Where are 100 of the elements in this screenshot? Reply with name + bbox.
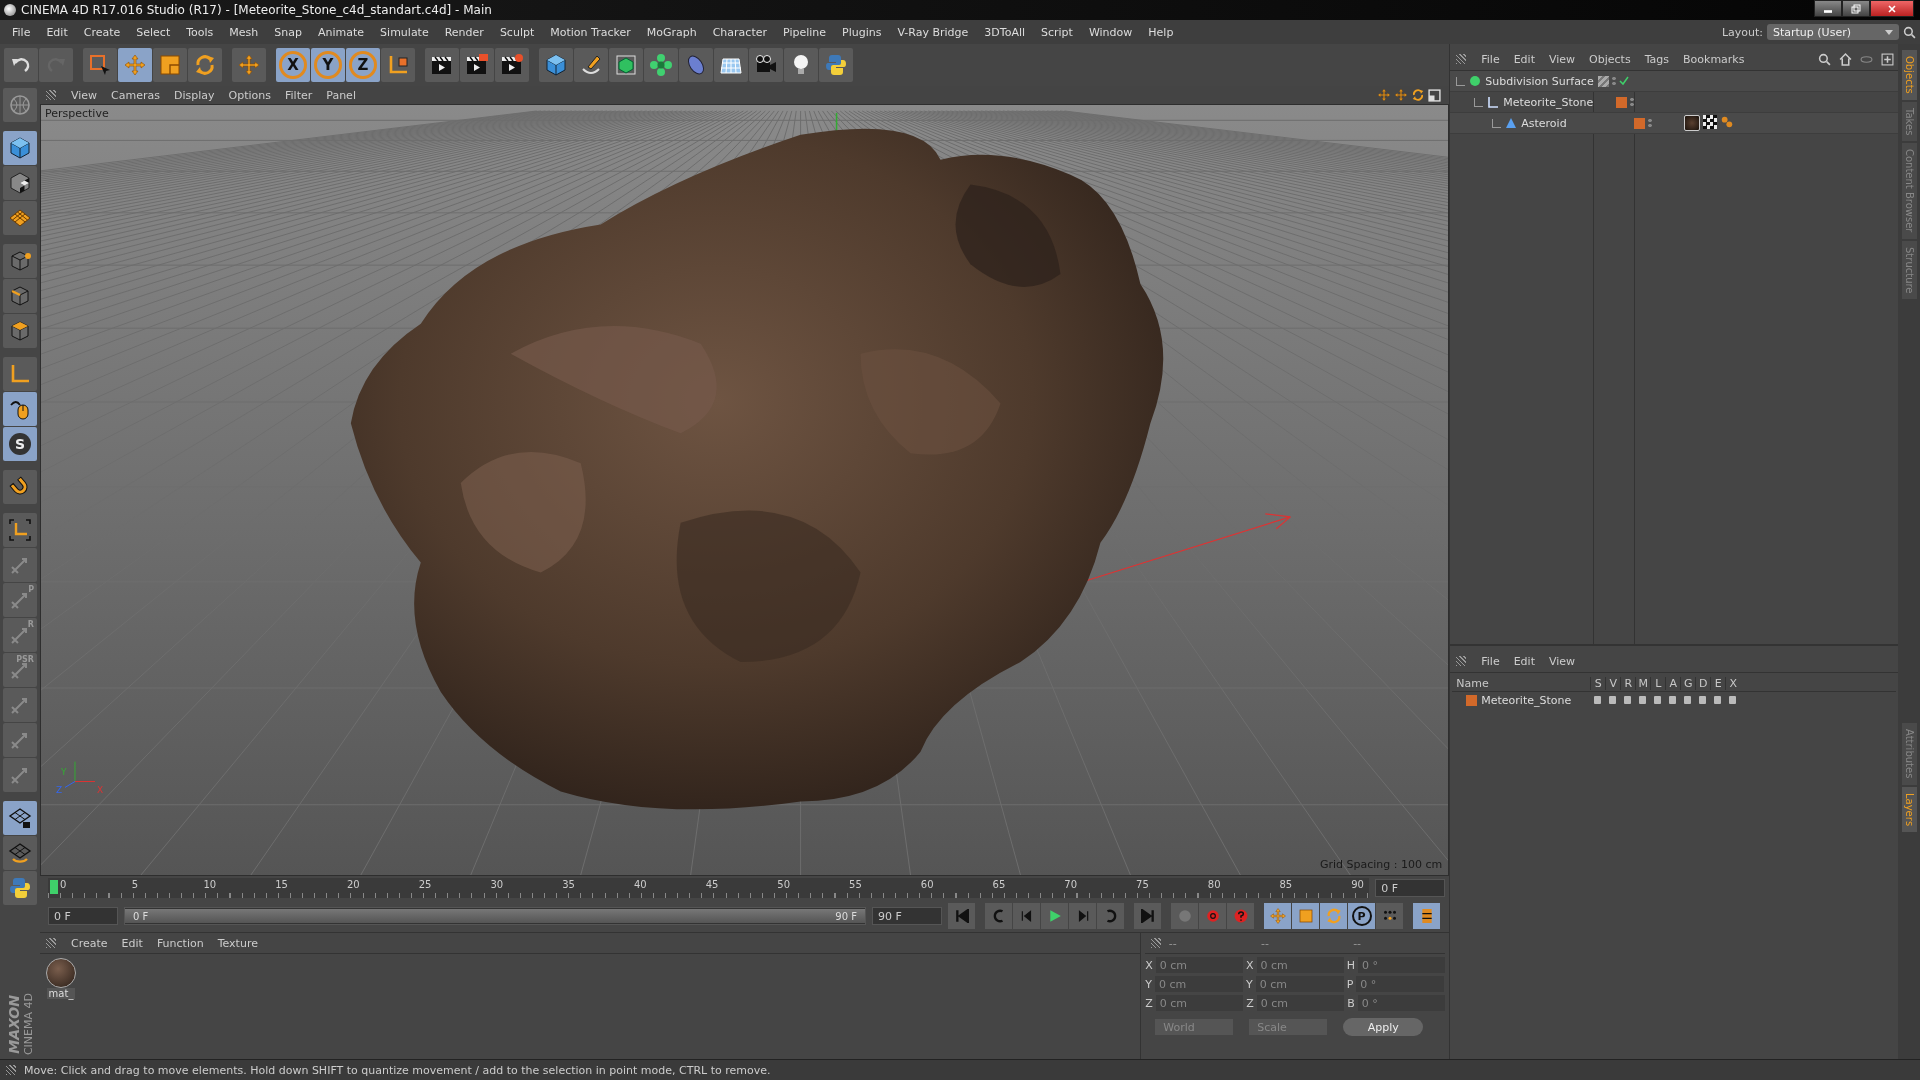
menu-item[interactable]: File bbox=[4, 25, 39, 39]
render-settings-button[interactable] bbox=[495, 48, 529, 82]
pen-button[interactable] bbox=[574, 48, 608, 82]
help-button[interactable] bbox=[1227, 903, 1254, 929]
column-header[interactable]: X bbox=[1725, 676, 1741, 690]
render-view-button[interactable] bbox=[425, 48, 459, 82]
menu-item[interactable]: Pipeline bbox=[775, 25, 835, 39]
minimize-button[interactable] bbox=[1814, 0, 1842, 17]
deformer-button[interactable] bbox=[679, 48, 713, 82]
visibility-dots[interactable] bbox=[1648, 118, 1653, 128]
rotate-tool-button[interactable] bbox=[188, 48, 222, 82]
z-axis-button[interactable]: Z bbox=[346, 48, 380, 82]
current-frame-field[interactable]: 0 F bbox=[1375, 879, 1446, 897]
menu-item[interactable]: Edit bbox=[38, 25, 76, 39]
menu-item[interactable]: Objects bbox=[1582, 52, 1638, 66]
tool-button[interactable] bbox=[3, 244, 37, 278]
menu-item[interactable]: Window bbox=[1080, 25, 1141, 39]
layout-dropdown[interactable]: Startup (User) bbox=[1767, 24, 1899, 40]
layer-color-swatch[interactable] bbox=[1616, 96, 1628, 108]
menu-item[interactable]: Display bbox=[167, 88, 222, 102]
menu-item[interactable]: 3DToAll bbox=[976, 25, 1033, 39]
timeline-ruler[interactable]: 0 5 10 15 20 25 30 35 40 45 50 55 60 65 70 75 80 85 90 bbox=[48, 878, 1370, 898]
column-header[interactable]: Name bbox=[1452, 676, 1591, 690]
start-frame-field[interactable]: 0 F bbox=[48, 907, 118, 925]
menu-item[interactable]: Tools bbox=[178, 25, 222, 39]
size-field[interactable]: 0 cm bbox=[1256, 995, 1345, 1011]
menu-item[interactable]: Help bbox=[1140, 25, 1182, 39]
menu-item[interactable]: Function bbox=[149, 936, 211, 950]
layer-color-swatch[interactable] bbox=[1634, 117, 1646, 129]
cloner-button[interactable] bbox=[644, 48, 678, 82]
cube-button[interactable] bbox=[539, 48, 573, 82]
position-field[interactable]: 0 cm bbox=[1155, 976, 1243, 992]
size-field[interactable]: 0 cm bbox=[1255, 976, 1344, 992]
range-bar[interactable]: 0 F 90 F bbox=[125, 909, 865, 923]
subdivision-button[interactable] bbox=[609, 48, 643, 82]
visibility-dots[interactable] bbox=[1630, 97, 1635, 107]
material-preview[interactable] bbox=[46, 958, 76, 988]
menu-item[interactable]: Character bbox=[704, 25, 775, 39]
floor-button[interactable] bbox=[714, 48, 748, 82]
end-frame-field[interactable]: 90 F bbox=[872, 907, 942, 925]
check-icon[interactable] bbox=[1619, 76, 1630, 86]
size-field[interactable]: 0 cm bbox=[1256, 957, 1344, 973]
menu-item[interactable]: Texture bbox=[210, 936, 265, 950]
tool-button[interactable] bbox=[3, 801, 37, 835]
search-icon[interactable] bbox=[1818, 52, 1831, 66]
menu-item[interactable]: Sculpt bbox=[491, 25, 543, 39]
rotation-field[interactable]: 0 ° bbox=[1356, 976, 1445, 992]
tool-button[interactable] bbox=[3, 871, 37, 905]
dots-tag-icon[interactable] bbox=[1720, 115, 1735, 129]
layer-name[interactable]: Meteorite_Stone bbox=[1481, 693, 1572, 707]
menu-item[interactable]: View bbox=[64, 88, 105, 102]
apply-button[interactable]: Apply bbox=[1343, 1018, 1424, 1036]
menu-item[interactable]: Tags bbox=[1637, 52, 1676, 66]
object-name[interactable]: Subdivision Surface bbox=[1485, 74, 1594, 88]
home-icon[interactable] bbox=[1839, 52, 1852, 66]
menu-item[interactable]: Script bbox=[1033, 25, 1081, 39]
menu-item[interactable]: Create bbox=[64, 936, 115, 950]
x-axis-button[interactable]: X bbox=[276, 48, 310, 82]
column-header[interactable]: R bbox=[1620, 676, 1636, 690]
select-tool-button[interactable] bbox=[83, 48, 117, 82]
menu-item[interactable]: View bbox=[1542, 52, 1583, 66]
visibility-dots[interactable] bbox=[1612, 76, 1617, 86]
menu-item[interactable]: Motion Tracker bbox=[542, 25, 639, 39]
maximize-icon[interactable] bbox=[1428, 88, 1442, 102]
menu-item[interactable]: Edit bbox=[114, 936, 150, 950]
scale-tool-button[interactable] bbox=[153, 48, 187, 82]
menu-item[interactable]: Edit bbox=[1506, 654, 1542, 668]
panel-grip-icon[interactable] bbox=[1456, 54, 1467, 64]
panel-grip-icon[interactable] bbox=[46, 90, 56, 100]
tool-button[interactable] bbox=[3, 131, 37, 165]
next-key-button[interactable] bbox=[1097, 903, 1124, 929]
autokey-button[interactable] bbox=[1199, 903, 1226, 929]
previous-key-button[interactable] bbox=[985, 903, 1012, 929]
position-field[interactable]: 0 cm bbox=[1155, 995, 1244, 1011]
menu-item[interactable]: Filter bbox=[278, 88, 320, 102]
menu-item[interactable]: Plugins bbox=[834, 25, 890, 39]
material-tag-icon[interactable] bbox=[1684, 115, 1701, 131]
panel-grip-icon[interactable] bbox=[1456, 656, 1467, 666]
tool-button[interactable] bbox=[3, 166, 37, 200]
render-picture-button[interactable] bbox=[460, 48, 494, 82]
timeline-layout-button[interactable] bbox=[1413, 903, 1440, 929]
column-header[interactable]: L bbox=[1650, 676, 1666, 690]
column-header[interactable]: S bbox=[1590, 676, 1606, 690]
previous-frame-button[interactable] bbox=[1013, 903, 1040, 929]
column-header[interactable]: M bbox=[1635, 676, 1651, 690]
next-frame-button[interactable] bbox=[1069, 903, 1096, 929]
tool-button[interactable] bbox=[3, 513, 37, 547]
tool-button[interactable] bbox=[3, 314, 37, 348]
side-tab[interactable]: Objects bbox=[1901, 50, 1917, 100]
tool-button[interactable] bbox=[3, 470, 37, 504]
menu-item[interactable]: MoGraph bbox=[638, 25, 705, 39]
camera-button[interactable] bbox=[749, 48, 783, 82]
python-button[interactable] bbox=[819, 48, 853, 82]
position-field[interactable]: 0 cm bbox=[1155, 957, 1243, 973]
layer-color-swatch[interactable] bbox=[1466, 694, 1478, 706]
undo-button[interactable] bbox=[4, 48, 38, 82]
column-header[interactable]: A bbox=[1665, 676, 1681, 690]
keyframe-button[interactable]: P bbox=[1348, 903, 1375, 929]
tool-button[interactable] bbox=[3, 201, 37, 235]
coordinate-system-button[interactable] bbox=[381, 48, 415, 82]
